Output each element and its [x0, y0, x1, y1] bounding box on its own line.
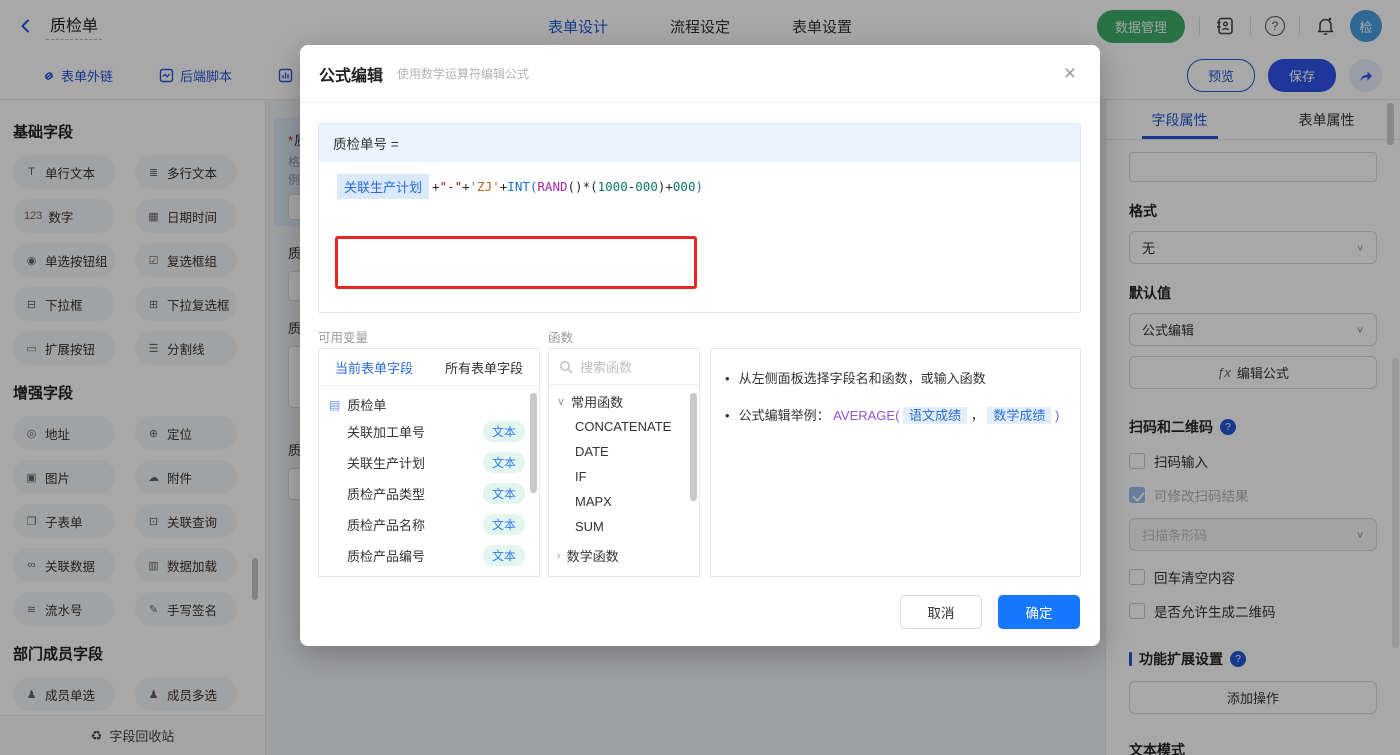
formula-tokens: +"-"+'ZJ'+INT(RAND()*(1000-000)+000): [432, 179, 703, 194]
caret-down-icon: ∨: [557, 396, 566, 408]
function-item[interactable]: DATE: [549, 439, 699, 464]
variable-row[interactable]: 关联生产计划 文本: [319, 447, 539, 478]
formula-edit-modal: 公式编辑 使用数学运算符编辑公式 × 质检单号 = 关联生产计划 +"-"+'Z…: [300, 45, 1100, 646]
example-chip-2: 数学成绩: [987, 406, 1052, 424]
example-function-open: AVERAGE(: [833, 407, 900, 423]
variable-row[interactable]: 质检产品类型 文本: [319, 478, 539, 509]
tab-all-form-fields[interactable]: 所有表单字段: [429, 358, 539, 377]
variables-scrollbar[interactable]: [530, 393, 537, 493]
hint-line-2: • 公式编辑举例： AVERAGE( 语文成绩 ， 数学成绩 ): [725, 406, 1060, 424]
variable-name: 质检产品名称: [347, 518, 426, 533]
functions-label: 函数: [548, 331, 574, 345]
variable-row[interactable]: 质检产品编号 文本: [319, 540, 539, 571]
variable-name: 质检产品类型: [347, 487, 426, 502]
formula-token: +: [432, 179, 440, 194]
variable-name: 关联加工单号: [347, 425, 426, 440]
type-badge: 文本: [482, 483, 525, 504]
formula-token: )+: [657, 179, 673, 194]
tab-current-form-fields[interactable]: 当前表单字段: [319, 358, 429, 377]
formula-token: 000: [672, 179, 696, 194]
search-icon: [560, 360, 573, 373]
formula-token: "-": [439, 179, 463, 194]
formula-token: +: [462, 179, 470, 194]
variable-name: 质检产品编号: [347, 549, 426, 564]
confirm-button[interactable]: 确定: [998, 595, 1080, 629]
function-item[interactable]: CONCATENATE: [549, 414, 699, 439]
formula-token: ()*(: [567, 179, 598, 194]
caret-right-icon: ›: [557, 549, 561, 562]
function-group-name: 数学函数: [566, 549, 619, 564]
formula-token: 000: [635, 179, 658, 194]
formula-token: INT(: [507, 179, 538, 194]
variable-row[interactable]: 质检产品名称 文本: [319, 509, 539, 540]
red-annotation-box: [335, 236, 697, 289]
form-file-icon: ▤: [329, 397, 341, 412]
function-tree: ∨ 常用函数 CONCATENATEDATEIFMAPXSUM › 数学函数 ›文本函数: [549, 385, 699, 576]
type-badge: 时间戳: [471, 576, 525, 577]
function-search-input[interactable]: 搜索函数: [549, 349, 699, 385]
functions-scrollbar[interactable]: [690, 393, 697, 501]
form-node[interactable]: ▤ 质检单: [319, 386, 539, 416]
variable-row[interactable]: 关联加工单号 文本: [319, 416, 539, 447]
modal-title: 公式编辑: [319, 67, 384, 85]
page-scrollbar[interactable]: [1392, 358, 1399, 648]
example-chip-1: 语文成绩: [903, 406, 968, 424]
hint-panel: • 从左侧面板选择字段名和函数，或输入函数 • 公式编辑举例： AVERAGE(…: [710, 348, 1081, 577]
function-item[interactable]: SUM: [549, 514, 699, 539]
form-designer-app: 质检单 表单设计 流程设定 表单设置 数据管理 ? 检 表单外链 后端脚本 预览…: [0, 0, 1400, 755]
variable-chip[interactable]: 关联生产计划: [337, 174, 430, 199]
function-item[interactable]: MAPX: [549, 489, 699, 514]
variable-name: 关联生产计划: [347, 456, 426, 471]
type-badge: 文本: [482, 452, 525, 473]
function-group[interactable]: › 数学函数: [549, 539, 699, 568]
hint-line-1: • 从左侧面板选择字段名和函数，或输入函数: [725, 371, 986, 386]
formula-editor[interactable]: 质检单号 = 关联生产计划 +"-"+'ZJ'+INT(RAND()*(1000…: [318, 123, 1081, 313]
close-icon[interactable]: ×: [1064, 63, 1076, 84]
formula-token: RAND: [537, 179, 568, 194]
function-group-name: 文本函数: [567, 575, 619, 576]
formula-token: 1000: [597, 179, 628, 194]
variable-row[interactable]: 质检日期时间戳: [319, 571, 539, 577]
functions-panel: 搜索函数 ∨常用函数CONCATENATEDATEIFMAPXSUM›数学函数›…: [548, 348, 700, 577]
variables-panel: 当前表单字段 所有表单字段 ▤ 质检单 关联加工单号 文本 关联生产计划 文本 质检产品…: [318, 348, 540, 577]
type-badge: 文本: [482, 545, 525, 566]
function-group[interactable]: ›文本函数: [549, 568, 699, 576]
function-group[interactable]: ∨ 常用函数: [549, 385, 699, 414]
type-badge: 文本: [482, 514, 525, 535]
formula-token: ): [695, 179, 704, 194]
formula-target: 质检单号 =: [319, 124, 1080, 162]
formula-token: 'ZJ': [469, 179, 500, 194]
type-badge: 文本: [482, 421, 525, 442]
example-function-close: ): [1054, 407, 1060, 423]
modal-subtitle: 使用数学运算符编辑公式: [397, 67, 530, 81]
formula-expression[interactable]: 关联生产计划 +"-"+'ZJ'+INT(RAND()*(1000-000)+0…: [332, 170, 708, 203]
search-placeholder: 搜索函数: [580, 360, 633, 375]
cancel-button[interactable]: 取消: [900, 595, 982, 629]
variable-list: 关联加工单号 文本 关联生产计划 文本 质检产品类型 文本 质检产品名称 文本 质检产品编号 文本…: [319, 416, 539, 577]
variables-label: 可用变量: [318, 331, 369, 345]
function-item[interactable]: IF: [549, 464, 699, 489]
function-group-name: 常用函数: [571, 395, 624, 410]
